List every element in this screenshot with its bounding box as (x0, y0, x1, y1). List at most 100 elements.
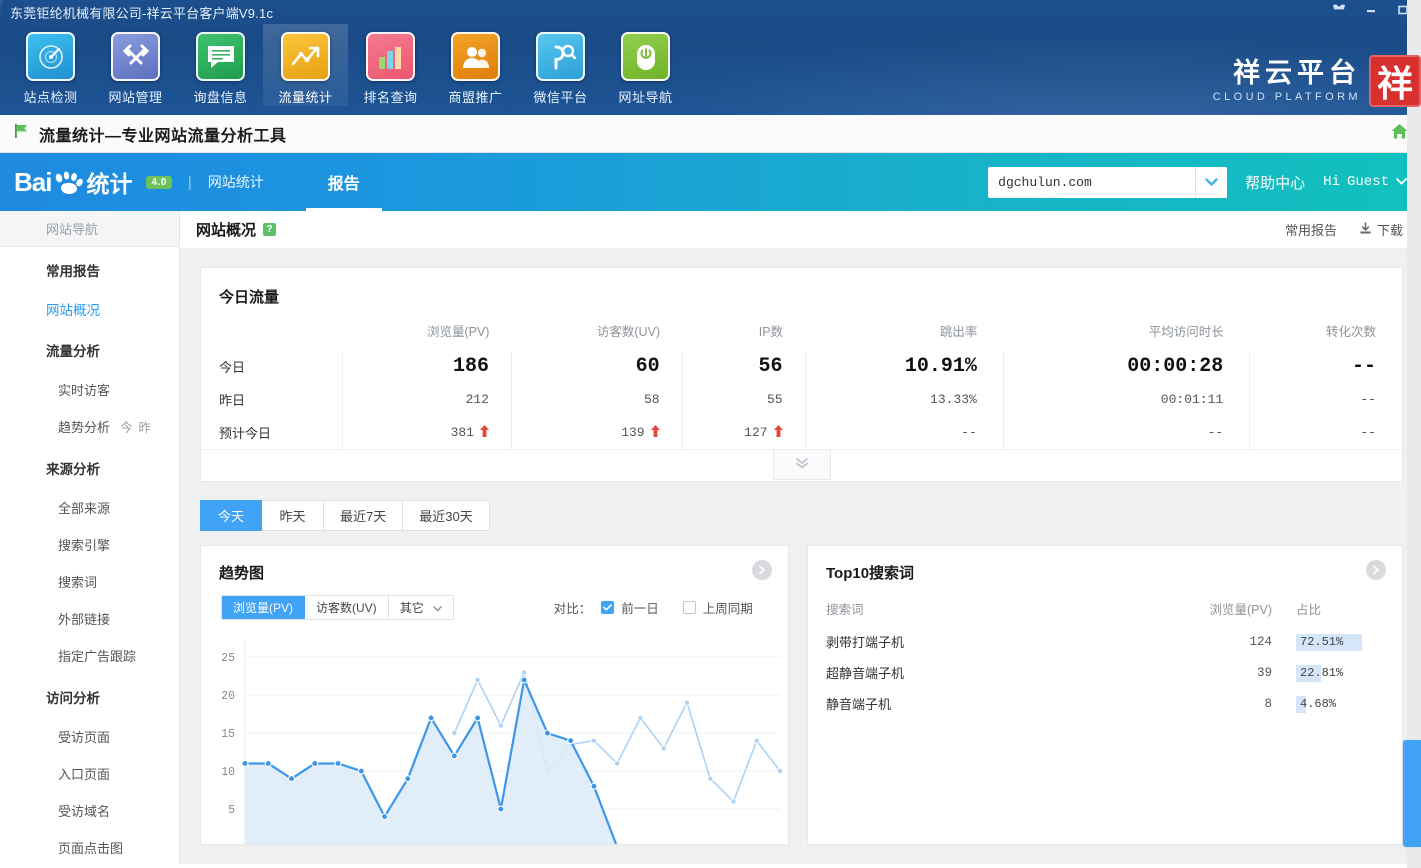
compare-option-same-week[interactable]: 上周同期 (682, 598, 753, 617)
range-tab-yesterday[interactable]: 昨天 (262, 500, 324, 531)
tab-report[interactable]: 报告 (305, 153, 382, 211)
chevron-right-circle-icon[interactable] (752, 560, 772, 580)
toolbar-item-label: 商盟推广 (448, 90, 503, 105)
range-tab-last7days[interactable]: 最近7天 (324, 500, 404, 531)
share-cell: 22.81% (1282, 657, 1402, 688)
col-pv: 浏览量(PV) (1209, 603, 1272, 617)
help-center-link[interactable]: 帮助中心 (1245, 172, 1305, 193)
metric-button-other[interactable]: 其它 (388, 596, 453, 619)
toolbar-item-traffic-stats[interactable]: 流量统计 (263, 24, 348, 106)
cell-bounce: -- (804, 416, 1004, 449)
checkbox-unchecked-icon[interactable] (682, 601, 696, 614)
sidebar-item-visited-pages[interactable]: 受访页面 (0, 718, 179, 755)
search-word-cell[interactable]: 剥带打端子机 (808, 626, 1177, 657)
toolbar-item-label: 询盘信息 (193, 90, 248, 105)
compare-controls: 对比： 前一日 上周同期 (554, 598, 753, 617)
table-row: 预计今日 381 139 127 -- -- -- (201, 416, 1402, 449)
toolbar-item-label: 站点检测 (23, 90, 78, 105)
sidebar-nav-label[interactable]: 网站导航 (0, 211, 179, 247)
help-badge-icon[interactable]: ? (263, 223, 277, 236)
toolbar-item-wechat-platform[interactable]: 微信平台 (518, 24, 603, 106)
range-tab-today[interactable]: 今天 (200, 500, 262, 531)
toolbar-item-label: 排名查询 (363, 90, 418, 105)
col-search-word: 搜索词 (826, 603, 864, 617)
expand-details-button[interactable] (772, 450, 831, 480)
row-label: 预计今日 (219, 426, 272, 441)
chevron-down-icon[interactable] (1195, 166, 1228, 198)
checkbox-checked-icon[interactable] (601, 601, 615, 614)
cell-uv: 58 (510, 383, 683, 416)
toolbar-item-label: 网址导航 (618, 90, 673, 105)
cell-ip: 56 (681, 350, 806, 383)
cell-conversions: -- (1249, 350, 1402, 383)
toolbar-item-site-detect[interactable]: 站点检测 (8, 24, 93, 106)
site-select-value: dgchulun.com (998, 174, 1092, 190)
search-word-cell[interactable]: 静音端子机 (808, 688, 1177, 719)
traffic-table: 浏览量(PV) 访客数(UV) IP数 跳出率 平均访问时长 转化次数 今日 1… (201, 315, 1402, 449)
col-bounce: 跳出率 (939, 325, 978, 339)
shirt-icon[interactable] (1331, 2, 1347, 18)
minimize-icon[interactable] (1363, 2, 1379, 18)
sidebar-item-entry-pages[interactable]: 入口页面 (0, 755, 179, 792)
cell-ip: 127 (681, 416, 806, 449)
top10-body: 剥带打端子机 124 72.51% 超静音端子机 39 22.81% 静音端子机 8 4.68% (808, 626, 1402, 719)
baidu-logo-tongji: 统计 (86, 171, 133, 197)
cell-bounce: 13.33% (804, 383, 1004, 416)
toolbar-item-alliance-promo[interactable]: 商盟推广 (433, 24, 518, 106)
sidebar-item-site-overview[interactable]: 网站概况 (0, 291, 179, 327)
sidebar-item-all-sources[interactable]: 全部来源 (0, 489, 179, 526)
chevron-right-circle-icon[interactable] (1366, 560, 1386, 580)
toolbar-item-label: 微信平台 (533, 90, 588, 105)
logo-separator: | (187, 173, 192, 191)
baidu-logo-wrap[interactable]: Bai 统计 4.0 | 网站统计 (0, 153, 264, 211)
floating-side-tab[interactable] (1403, 740, 1421, 847)
pv-cell: 124 (1249, 634, 1272, 649)
toolbar-item-inquiry[interactable]: 询盘信息 (178, 24, 263, 106)
trend-chart[interactable]: 5 10 15 20 25 (201, 632, 788, 844)
cell-pv: 212 (341, 383, 512, 416)
common-reports-action[interactable]: 常用报告 (1285, 220, 1337, 239)
maximize-icon[interactable] (1395, 2, 1411, 18)
brand-name-cn: 祥云平台 (1233, 58, 1361, 88)
range-tab-last30days[interactable]: 最近30天 (403, 500, 490, 531)
sidebar-item-ad-tracking[interactable]: 指定广告跟踪 (0, 637, 179, 674)
sidebar-item-trend-analysis[interactable]: 趋势分析今昨 (0, 408, 179, 445)
site-select[interactable]: dgchulun.com (988, 166, 1228, 198)
window-buttons (1331, 2, 1411, 18)
metric-button-pv[interactable]: 浏览量(PV) (222, 596, 306, 619)
toolbar-item-site-manage[interactable]: 网站管理 (93, 24, 178, 106)
table-row: 昨日 212 58 55 13.33% 00:01:11 -- (201, 383, 1402, 416)
sidebar-item-search-words[interactable]: 搜索词 (0, 563, 179, 600)
brand-text: 祥云平台 CLOUD PLATFORM (1213, 60, 1361, 107)
compare-label: 对比： (553, 602, 592, 616)
sidebar-item-realtime-visitors[interactable]: 实时访客 (0, 371, 179, 408)
metric-button-label: 其它 (399, 601, 424, 615)
sidebar-item-click-map[interactable]: 页面点击图 (0, 829, 179, 866)
compare-option-previous-day[interactable]: 前一日 (601, 598, 659, 617)
baidu-paw-icon (53, 171, 84, 194)
metric-button-uv[interactable]: 访客数(UV) (305, 596, 389, 619)
action-label: 下载 (1376, 223, 1403, 238)
main-title: 网站概况 (196, 222, 257, 239)
sidebar-sub-yesterday[interactable]: 昨 (139, 421, 152, 435)
cell-conversions: -- (1249, 383, 1402, 416)
pv-cell: 39 (1256, 665, 1272, 680)
baidu-logo: Bai 统计 (14, 165, 132, 199)
pv-cell: 8 (1264, 696, 1272, 711)
trend-chart-svg: 5 10 15 20 25 (221, 638, 784, 844)
sidebar-group-common-reports: 常用报告 (46, 264, 100, 279)
toolbar-item-rank-query[interactable]: 排名查询 (348, 24, 433, 106)
cell-uv: 60 (510, 350, 683, 383)
search-word-cell[interactable]: 超静音端子机 (808, 657, 1177, 688)
sidebar-sub-today[interactable]: 今 (120, 421, 133, 435)
row-label: 昨日 (219, 393, 246, 408)
user-menu[interactable]: Hi Guest (1323, 174, 1407, 190)
compare-option-label: 上周同期 (702, 602, 753, 616)
download-action[interactable]: 下载 (1359, 220, 1403, 239)
sidebar-item-visited-domains[interactable]: 受访域名 (0, 792, 179, 829)
sidebar-item-search-engines[interactable]: 搜索引擎 (0, 526, 179, 563)
trend-panel-title: 趋势图 (219, 565, 265, 582)
sidebar-item-external-links[interactable]: 外部链接 (0, 600, 179, 637)
toolbar-item-site-nav[interactable]: 网址导航 (603, 24, 688, 106)
sidebar-group-source-analysis: 来源分析 (46, 462, 100, 477)
